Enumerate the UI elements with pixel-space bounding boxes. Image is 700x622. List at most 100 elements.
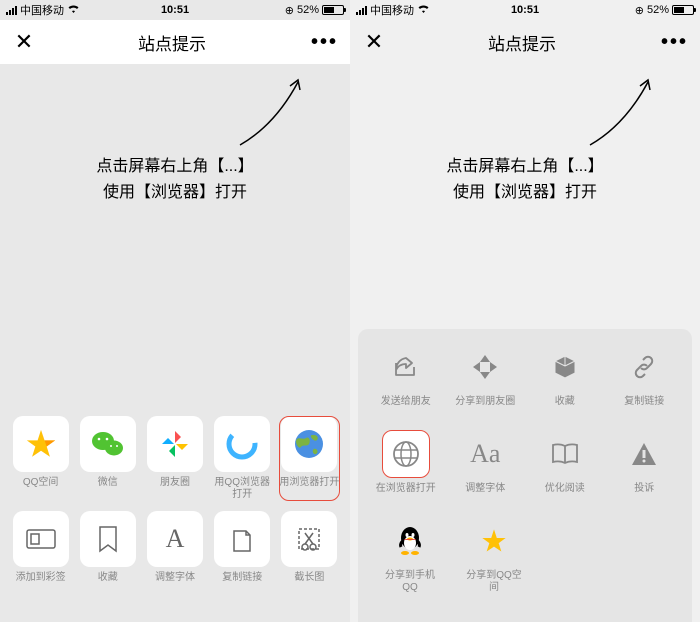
share-qqzone[interactable]: 分享到QQ空间: [462, 517, 526, 594]
item-label: QQ空间: [23, 477, 59, 501]
close-button[interactable]: ✕: [362, 29, 386, 55]
instruction-line2: 使用【浏览器】打开: [0, 180, 350, 206]
share-wechat[interactable]: 微信: [77, 416, 138, 501]
wifi-icon: [417, 4, 430, 17]
instruction-text: 点击屏幕右上角【...】 使用【浏览器】打开: [350, 154, 700, 205]
open-browser[interactable]: 用浏览器打开: [279, 416, 340, 501]
rotation-lock-icon: ⊕: [285, 4, 294, 17]
item-label: 分享到朋友圈: [455, 396, 515, 420]
battery-pct: 52%: [647, 4, 669, 16]
aperture-icon: [471, 353, 499, 381]
item-label: 调整字体: [465, 483, 505, 507]
close-button[interactable]: ✕: [12, 29, 36, 55]
battery-icon: [672, 5, 694, 15]
share-moments[interactable]: 朋友圈: [144, 416, 205, 501]
share-qqzone[interactable]: QQ空间: [10, 416, 71, 501]
instruction-line2: 使用【浏览器】打开: [350, 180, 700, 206]
moments-icon: [159, 428, 191, 460]
font-icon: Aa: [470, 441, 500, 467]
share-row-1: 发送给朋友 分享到朋友圈 收藏 复制链接: [364, 343, 686, 420]
font-icon: A: [166, 526, 185, 552]
item-label: 朋友圈: [160, 477, 190, 501]
bookmark-icon: [97, 525, 119, 553]
open-qqbrowser[interactable]: 用QQ浏览器打开: [212, 416, 273, 501]
copy-link[interactable]: 复制链接: [612, 343, 676, 420]
share-row-1: QQ空间 微信 朋友圈 用QQ浏览器打开 用浏览器打开: [8, 416, 342, 501]
time-label: 10:51: [161, 4, 189, 16]
share-sheet-right: 发送给朋友 分享到朋友圈 收藏 复制链接 在浏览器打开 Aa 调整字体: [358, 329, 692, 622]
share-moments[interactable]: 分享到朋友圈: [453, 343, 517, 420]
adjust-font[interactable]: A 调整字体: [144, 511, 205, 596]
item-label: 收藏: [98, 572, 118, 596]
instruction-line1: 点击屏幕右上角【...】: [0, 154, 350, 180]
page-title: 站点提示: [488, 30, 556, 55]
status-bar: 中国移动 10:51 ⊕ 52%: [350, 0, 700, 20]
report[interactable]: 投诉: [612, 430, 676, 507]
penguin-icon: [397, 526, 423, 556]
left-screenshot: 中国移动 10:51 ⊕ 52% ✕ 站点提示 ••• 点击屏幕右上角【...】…: [0, 0, 350, 622]
item-label: 收藏: [555, 396, 575, 420]
rotation-lock-icon: ⊕: [635, 4, 644, 17]
signal-icon: [356, 6, 367, 15]
item-label: 投诉: [634, 483, 654, 507]
item-label: 在浏览器打开: [376, 483, 436, 507]
long-screenshot[interactable]: 截长图: [279, 511, 340, 596]
send-friend[interactable]: 发送给朋友: [374, 343, 438, 420]
wechat-icon: [91, 429, 125, 459]
cut-icon: [295, 525, 323, 553]
instruction-text: 点击屏幕右上角【...】 使用【浏览器】打开: [0, 154, 350, 205]
right-screenshot: 中国移动 10:51 ⊕ 52% ✕ 站点提示 ••• 点击屏幕右上角【...】…: [350, 0, 700, 622]
status-bar: 中国移动 10:51 ⊕ 52%: [0, 0, 350, 20]
share-sheet-left: QQ空间 微信 朋友圈 用QQ浏览器打开 用浏览器打开 添加到彩签: [0, 406, 350, 622]
link-icon: [631, 354, 657, 380]
item-label: 微信: [98, 477, 118, 501]
share-row-2: 添加到彩签 收藏 A 调整字体 复制链接 截长图: [8, 511, 342, 596]
qqbrowser-icon: [226, 428, 258, 460]
item-label: 分享到QQ空间: [462, 570, 526, 594]
copy-icon: [230, 525, 254, 553]
item-label: 用QQ浏览器打开: [212, 477, 273, 501]
more-button[interactable]: •••: [658, 31, 688, 54]
optimize-reading[interactable]: 优化阅读: [533, 430, 597, 507]
item-label: 发送给朋友: [381, 396, 431, 420]
share-out-icon: [392, 355, 420, 379]
nav-bar: ✕ 站点提示 •••: [350, 20, 700, 64]
cube-icon: [552, 354, 578, 380]
item-label: 复制链接: [222, 572, 262, 596]
item-label: 复制链接: [624, 396, 664, 420]
globe-outline-icon: [391, 439, 421, 469]
collect[interactable]: 收藏: [533, 343, 597, 420]
copy-link[interactable]: 复制链接: [212, 511, 273, 596]
item-label: 调整字体: [155, 572, 195, 596]
share-row-3: 分享到手机QQ 分享到QQ空间: [364, 517, 686, 594]
item-label: 分享到手机QQ: [378, 570, 442, 594]
carrier-label: 中国移动: [370, 2, 414, 18]
wifi-icon: [67, 4, 80, 17]
globe-icon: [292, 427, 326, 461]
arrow-icon: [230, 70, 310, 150]
share-qq[interactable]: 分享到手机QQ: [378, 517, 442, 594]
favorite[interactable]: 收藏: [77, 511, 138, 596]
page-title: 站点提示: [138, 30, 206, 55]
item-label: 用浏览器打开: [279, 477, 339, 501]
adjust-font[interactable]: Aa 调整字体: [453, 430, 517, 507]
item-label: 截长图: [294, 572, 324, 596]
star-icon: [24, 427, 58, 461]
arrow-icon: [580, 70, 660, 150]
rect-icon: [26, 529, 56, 549]
share-row-2: 在浏览器打开 Aa 调整字体 优化阅读 投诉: [364, 430, 686, 507]
nav-bar: ✕ 站点提示 •••: [0, 20, 350, 64]
item-label: 添加到彩签: [16, 572, 66, 596]
warn-icon: [630, 441, 658, 467]
more-button[interactable]: •••: [308, 31, 338, 54]
add-bookmark[interactable]: 添加到彩签: [10, 511, 71, 596]
carrier-label: 中国移动: [20, 2, 64, 18]
battery-icon: [322, 5, 344, 15]
signal-icon: [6, 6, 17, 15]
open-browser[interactable]: 在浏览器打开: [374, 430, 438, 507]
time-label: 10:51: [511, 4, 539, 16]
battery-pct: 52%: [297, 4, 319, 16]
book-icon: [551, 442, 579, 466]
item-label: 优化阅读: [545, 483, 585, 507]
instruction-line1: 点击屏幕右上角【...】: [350, 154, 700, 180]
